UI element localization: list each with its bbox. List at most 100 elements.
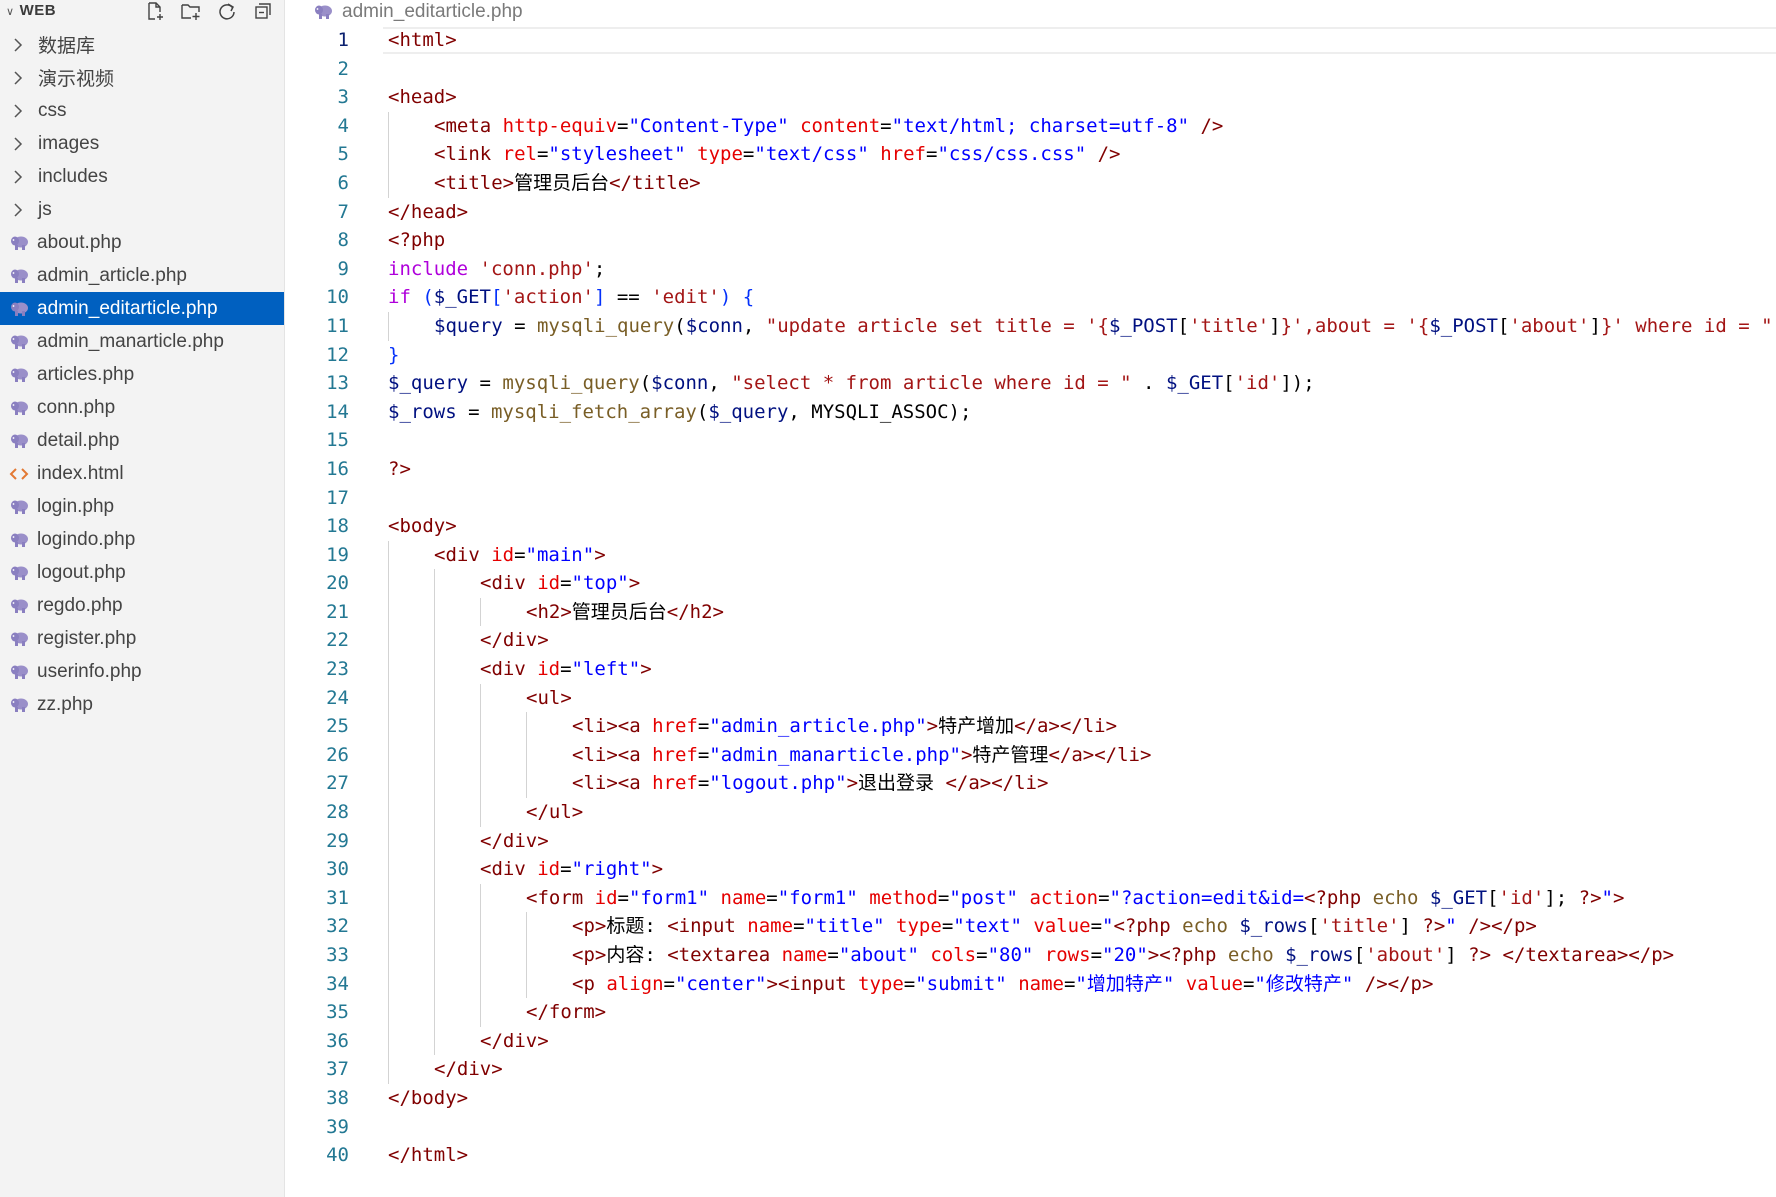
code-line[interactable]: 10 if ($_GET['action'] == 'edit') { <box>285 283 1776 312</box>
code-area[interactable]: 1 <html> 2 3 <head> 4 <meta http-equiv="Conten… <box>285 26 1776 1170</box>
code-line[interactable]: 2 <box>285 55 1776 84</box>
code-line[interactable]: 30 <div id="right"> <box>285 855 1776 884</box>
tree-item-label: detail.php <box>37 429 120 451</box>
code-line[interactable]: 19 <div id="main"> <box>285 540 1776 570</box>
code-token: = <box>1090 915 1103 938</box>
code-line[interactable]: 9 include 'conn.php'; <box>285 255 1776 284</box>
code-token: 'id' <box>1498 886 1545 909</box>
code-line[interactable]: 27 <li><a href="logout.php">退出登录 </a></li… <box>285 769 1776 799</box>
code-line[interactable]: 11 $query = mysqli_query($conn, "update a… <box>285 311 1776 341</box>
code-token: ?> <box>388 457 411 480</box>
file-admin-manarticle-php[interactable]: admin_manarticle.php <box>0 325 284 358</box>
code-token: "submit" <box>915 972 1007 995</box>
code-line[interactable]: 35 </form> <box>285 998 1776 1027</box>
collapse-all-icon[interactable] <box>252 0 274 22</box>
code-text: <title>管理员后台</title> <box>434 169 701 198</box>
file-admin-article-php[interactable]: admin_article.php <box>0 259 284 292</box>
code-line[interactable]: 3 <head> <box>285 83 1776 112</box>
file-index-html[interactable]: index.html <box>0 457 284 490</box>
code-line[interactable]: 4 <meta http-equiv="Content-Type" content… <box>285 111 1776 141</box>
code-token: "修改特产" <box>1254 972 1354 995</box>
code-text: if ($_GET['action'] == 'edit') { <box>388 283 754 312</box>
code-line[interactable]: 8 <?php <box>285 226 1776 255</box>
code-line[interactable]: 37 </div> <box>285 1055 1776 1084</box>
line-number: 37 <box>326 1058 349 1081</box>
code-line[interactable]: 34 <p align="center"><input type="submit"… <box>285 969 1776 999</box>
code-line[interactable]: 14 $_rows = mysqli_fetch_array($_query, M… <box>285 398 1776 427</box>
code-token: <p> <box>572 944 607 966</box>
folder-item-1[interactable]: 演示视频 <box>0 61 284 94</box>
refresh-icon[interactable] <box>216 0 238 22</box>
code-token: ] <box>1589 314 1601 337</box>
code-text: </head> <box>388 198 468 227</box>
code-line[interactable]: 21 <h2>管理员后台</h2> <box>285 597 1776 627</box>
file-zz-php[interactable]: zz.php <box>0 688 284 721</box>
code-token: . <box>1131 372 1166 395</box>
code-token: = <box>827 944 839 966</box>
code-token: /></p> <box>1353 972 1434 995</box>
code-line[interactable]: 17 <box>285 484 1776 513</box>
code-token: = <box>697 772 710 795</box>
folder-css[interactable]: css <box>0 94 284 127</box>
code-token: </div> <box>434 1058 503 1081</box>
chevron-down-icon[interactable]: ∨ <box>6 6 15 18</box>
new-folder-icon[interactable] <box>180 0 202 22</box>
code-line[interactable]: 29 </div> <box>285 826 1776 856</box>
code-token: </head> <box>388 200 469 223</box>
folder-js[interactable]: js <box>0 193 284 226</box>
file-admin-editarticle-php[interactable]: admin_editarticle.php <box>0 292 284 325</box>
code-line[interactable]: 12} <box>285 341 1776 370</box>
code-line[interactable]: 7 </head> <box>285 198 1776 227</box>
code-line[interactable]: 38 </body> <box>285 1084 1776 1113</box>
file-about-php[interactable]: about.php <box>0 226 284 259</box>
indent-guide <box>388 1055 389 1084</box>
code-text: </div> <box>480 1027 549 1056</box>
code-line[interactable]: 40 </html> <box>285 1141 1776 1170</box>
code-line[interactable]: 22 </div> <box>285 626 1776 656</box>
code-line[interactable]: 26 <li><a href="admin_manarticle.php">特产管… <box>285 740 1776 770</box>
file-detail-php[interactable]: detail.php <box>0 424 284 457</box>
code-line[interactable]: 31 <form id="form1" name="form1" method="… <box>285 883 1776 913</box>
file-register-php[interactable]: register.php <box>0 622 284 655</box>
code-line[interactable]: 6 <title>管理员后台</title> <box>285 168 1776 198</box>
file-login-php[interactable]: login.php <box>0 490 284 523</box>
new-file-icon[interactable] <box>144 0 166 22</box>
file-regdo-php[interactable]: regdo.php <box>0 589 284 622</box>
code-text: </div> <box>480 626 549 655</box>
code-line[interactable]: 15 <box>285 426 1776 455</box>
code-line[interactable]: 18 <body> <box>285 512 1776 541</box>
code-line[interactable]: 28 </ul> <box>285 798 1776 827</box>
code-line[interactable]: 39 <box>285 1113 1776 1142</box>
indent-guide <box>388 855 389 884</box>
code-line[interactable]: 25 <li><a href="admin_article.php">特产增加</… <box>285 712 1776 741</box>
line-number: 18 <box>326 515 349 538</box>
folder-images[interactable]: images <box>0 127 284 160</box>
file-logindo-php[interactable]: logindo.php <box>0 523 284 556</box>
line-number: 17 <box>326 486 349 509</box>
code-line[interactable]: 32 <p>标题: <input name="title" type="text"… <box>285 912 1776 941</box>
code-line[interactable]: 23 <div id="left"> <box>285 655 1776 684</box>
code-line[interactable]: 13 $_query = mysqli_query($conn, "select … <box>285 369 1776 398</box>
code-line[interactable]: 36 </div> <box>285 1026 1776 1056</box>
code-line[interactable]: 24 <ul> <box>285 683 1776 713</box>
file-conn-php[interactable]: conn.php <box>0 391 284 424</box>
chevron-right-icon <box>12 37 34 52</box>
folder-includes[interactable]: includes <box>0 160 284 193</box>
editor-tab[interactable]: admin_editarticle.php <box>285 0 1776 26</box>
folder-item-0[interactable]: 数据库 <box>0 28 284 61</box>
file-userinfo-php[interactable]: userinfo.php <box>0 655 284 688</box>
php-file-icon <box>9 531 33 549</box>
file-logout-php[interactable]: logout.php <box>0 556 284 589</box>
code-line[interactable]: 5 <link rel="stylesheet" type="text/css" … <box>285 140 1776 169</box>
file-articles-php[interactable]: articles.php <box>0 358 284 391</box>
code-line[interactable]: 16 ?> <box>285 455 1776 484</box>
explorer-section-title[interactable]: ∨ WEB <box>6 2 56 19</box>
code-line[interactable]: 20 <div id="top"> <box>285 569 1776 598</box>
code-line[interactable]: 33 <p>内容: <textarea name="about" cols="80… <box>285 941 1776 970</box>
code-line[interactable]: 1 <html> <box>285 26 1776 55</box>
code-token: $_rows <box>1239 915 1308 938</box>
code-token: href <box>652 772 698 795</box>
code-token: </textarea></p> <box>1502 944 1675 966</box>
